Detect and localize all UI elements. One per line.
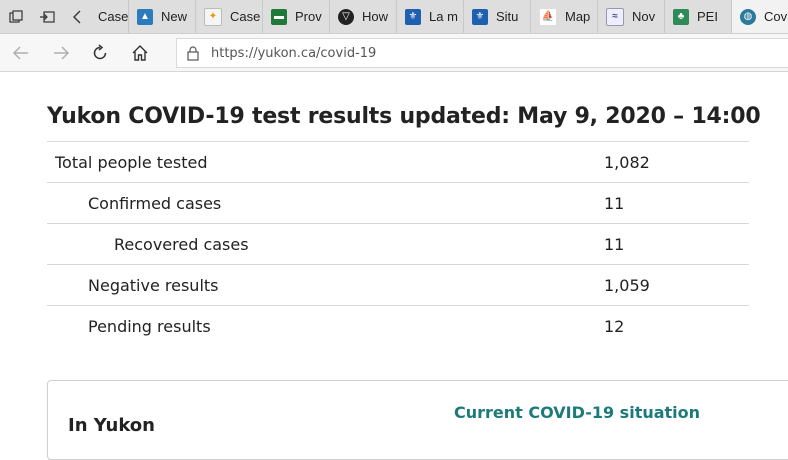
situation-card: In Yukon Current COVID-19 situation bbox=[47, 380, 788, 460]
browser-tab[interactable]: ◍ Covi bbox=[732, 0, 788, 33]
tab-scroll-left-icon[interactable] bbox=[62, 0, 92, 33]
address-bar[interactable]: https://yukon.ca/covid-19 bbox=[176, 38, 788, 68]
url-text[interactable]: https://yukon.ca/covid-19 bbox=[211, 46, 376, 61]
browser-tab[interactable]: ▲ New bbox=[129, 0, 196, 33]
browser-tab[interactable]: ▽ How bbox=[330, 0, 397, 33]
test-results-table: Total people tested 1,082 Confirmed case… bbox=[47, 141, 749, 346]
tab-label: New bbox=[161, 9, 188, 24]
tab-label: Covi bbox=[764, 9, 788, 24]
tab-label: Situ bbox=[496, 9, 519, 24]
row-value: 11 bbox=[604, 194, 625, 213]
row-label: Total people tested bbox=[55, 153, 208, 172]
page-title: Yukon COVID-19 test results updated: May… bbox=[47, 104, 761, 129]
back-icon[interactable] bbox=[10, 42, 32, 64]
lock-icon[interactable] bbox=[187, 45, 201, 61]
tab-label: Nov bbox=[632, 9, 656, 24]
card-heading: In Yukon bbox=[68, 415, 155, 436]
tab-label: Case bbox=[98, 9, 128, 24]
table-row: Total people tested 1,082 bbox=[47, 142, 749, 183]
browser-tab[interactable]: ⚜ La m bbox=[397, 0, 464, 33]
row-label: Recovered cases bbox=[114, 235, 249, 254]
quebec-icon: ⚜ bbox=[472, 8, 488, 25]
tab-label: PEI bbox=[697, 9, 718, 24]
browser-tab[interactable]: ✦ Case bbox=[196, 0, 263, 33]
tab-label: Map bbox=[565, 9, 591, 24]
nb-icon: ⛵ bbox=[539, 7, 557, 26]
browser-tab[interactable]: Case bbox=[92, 0, 129, 33]
tab-label: Case bbox=[230, 9, 261, 24]
row-value: 11 bbox=[604, 235, 625, 254]
browser-tab[interactable]: ≈ Nov bbox=[598, 0, 665, 33]
globe-icon: ◍ bbox=[740, 8, 756, 25]
table-row: Confirmed cases 11 bbox=[47, 183, 749, 224]
set-tabs-aside-icon[interactable] bbox=[31, 0, 62, 33]
province-icon: ▬ bbox=[271, 8, 287, 25]
home-icon[interactable] bbox=[129, 42, 151, 64]
browser-tab[interactable]: ⚜ Situ bbox=[464, 0, 531, 33]
tab-label: How bbox=[362, 9, 389, 24]
ontario-icon: ▽ bbox=[338, 8, 354, 25]
ns-icon: ≈ bbox=[606, 7, 624, 26]
browser-tab[interactable]: ♣ PEI bbox=[665, 0, 732, 33]
stats-icon: ▲ bbox=[137, 8, 153, 25]
browser-tab[interactable]: ⛵ Map bbox=[531, 0, 598, 33]
row-label: Negative results bbox=[88, 276, 219, 295]
refresh-icon[interactable] bbox=[89, 42, 111, 64]
row-value: 1,082 bbox=[604, 153, 650, 172]
alberta-icon: ✦ bbox=[204, 7, 222, 26]
navigation-bar: https://yukon.ca/covid-19 bbox=[0, 34, 788, 72]
row-label: Confirmed cases bbox=[88, 194, 222, 213]
tab-label: La m bbox=[429, 9, 458, 24]
pei-icon: ♣ bbox=[673, 8, 689, 25]
forward-icon[interactable] bbox=[50, 42, 72, 64]
table-row: Negative results 1,059 bbox=[47, 265, 749, 306]
tab-strip: Case ▲ New ✦ Case ▬ Prov ▽ How ⚜ La m ⚜ … bbox=[0, 0, 788, 34]
tab-label: Prov bbox=[295, 9, 322, 24]
current-situation-link[interactable]: Current COVID-19 situation bbox=[454, 403, 700, 422]
row-label: Pending results bbox=[88, 317, 211, 336]
row-value: 12 bbox=[604, 317, 625, 336]
quebec-icon: ⚜ bbox=[405, 8, 421, 25]
tab-actions-icon[interactable] bbox=[0, 0, 31, 33]
browser-tab[interactable]: ▬ Prov bbox=[263, 0, 330, 33]
table-row: Pending results 12 bbox=[47, 306, 749, 346]
table-row: Recovered cases 11 bbox=[47, 224, 749, 265]
row-value: 1,059 bbox=[604, 276, 650, 295]
